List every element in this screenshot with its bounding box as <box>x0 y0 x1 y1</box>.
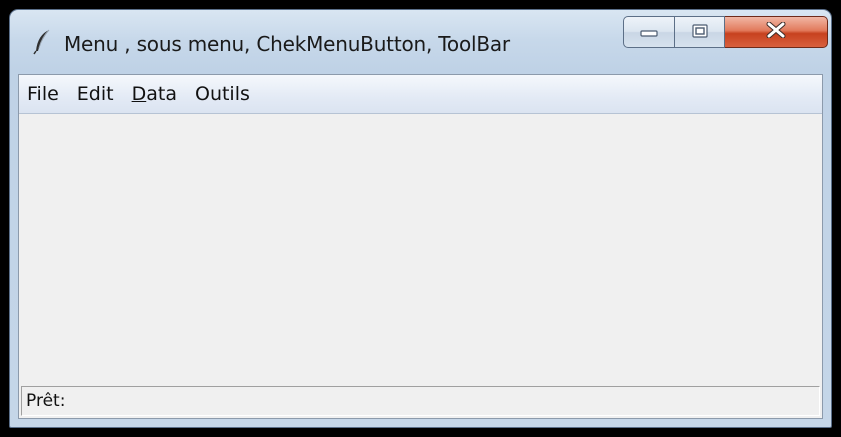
status-text: Prêt: <box>26 391 66 411</box>
title-bar[interactable]: Menu , sous menu, ChekMenuButton, ToolBa… <box>10 10 831 72</box>
app-window: Menu , sous menu, ChekMenuButton, ToolBa… <box>9 9 832 428</box>
menu-outils[interactable]: Outils <box>186 75 259 113</box>
window-title: Menu , sous menu, ChekMenuButton, ToolBa… <box>64 32 510 56</box>
main-content <box>19 114 822 384</box>
menu-edit[interactable]: Edit <box>68 75 123 113</box>
minimize-button[interactable] <box>623 16 675 48</box>
minimize-icon <box>640 23 658 42</box>
menu-file[interactable]: File <box>19 75 68 113</box>
caption-buttons <box>623 16 828 48</box>
close-button[interactable] <box>725 16 828 48</box>
menubar: File Edit Data Outils <box>19 75 822 114</box>
status-bar: Prêt: <box>21 386 820 416</box>
menu-data[interactable]: Data <box>123 75 186 113</box>
client-area: File Edit Data Outils Prêt: <box>18 74 823 419</box>
feather-icon[interactable] <box>32 29 52 55</box>
maximize-button[interactable] <box>675 16 725 48</box>
maximize-icon <box>691 23 708 42</box>
close-icon <box>766 21 786 42</box>
